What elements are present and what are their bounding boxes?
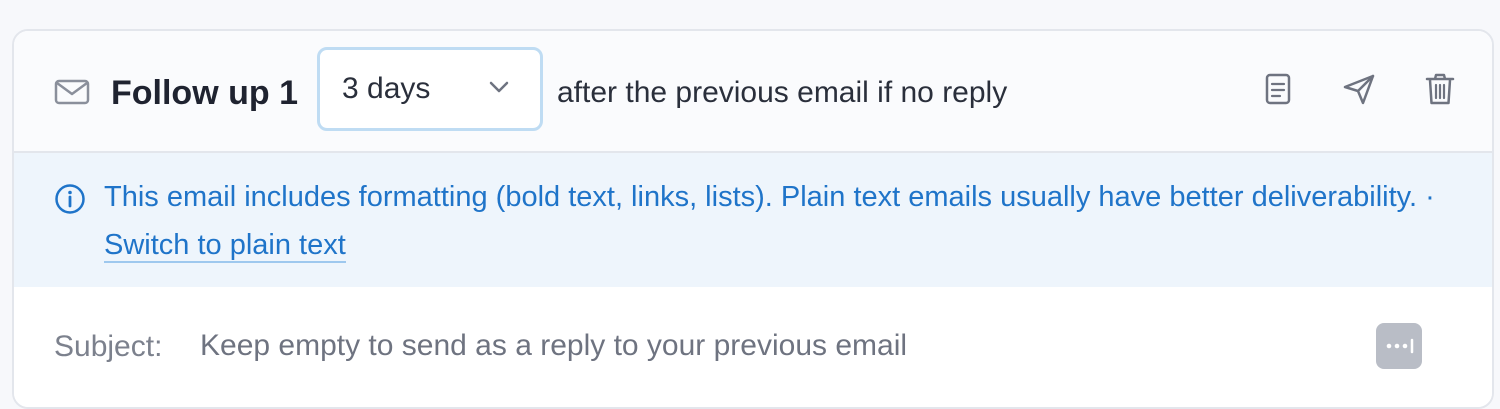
chevron-down-icon <box>488 80 510 94</box>
subject-label: Subject: <box>54 330 163 363</box>
subject-row: Subject: <box>14 287 1492 407</box>
notice-separator: · <box>1417 181 1435 213</box>
envelope-icon <box>54 79 90 105</box>
formatting-notice: This email includes formatting (bold tex… <box>14 153 1492 287</box>
followup-card: Follow up 1 3 days after the previous em… <box>12 29 1494 409</box>
delay-select[interactable]: 3 days <box>317 47 543 131</box>
notice-text: This email includes formatting (bold tex… <box>104 173 1464 269</box>
trash-icon <box>1425 72 1455 111</box>
followup-title: Follow up 1 <box>111 74 298 112</box>
send-test-button[interactable] <box>1339 71 1379 111</box>
delay-value: 3 days <box>342 72 431 105</box>
document-icon <box>1265 73 1291 110</box>
info-circle-icon <box>54 183 86 215</box>
template-button[interactable] <box>1258 71 1298 111</box>
switch-to-plain-text-link[interactable]: Switch to plain text <box>104 229 346 263</box>
followup-header: Follow up 1 3 days after the previous em… <box>14 31 1492 153</box>
insert-variable-button[interactable] <box>1376 323 1422 369</box>
notice-message: This email includes formatting (bold tex… <box>104 181 1418 213</box>
delete-button[interactable] <box>1420 71 1460 111</box>
delay-description: after the previous email if no reply <box>557 76 1008 109</box>
paper-plane-icon <box>1342 73 1376 110</box>
subject-input[interactable] <box>200 321 1350 371</box>
more-dots-icon <box>1376 338 1422 373</box>
